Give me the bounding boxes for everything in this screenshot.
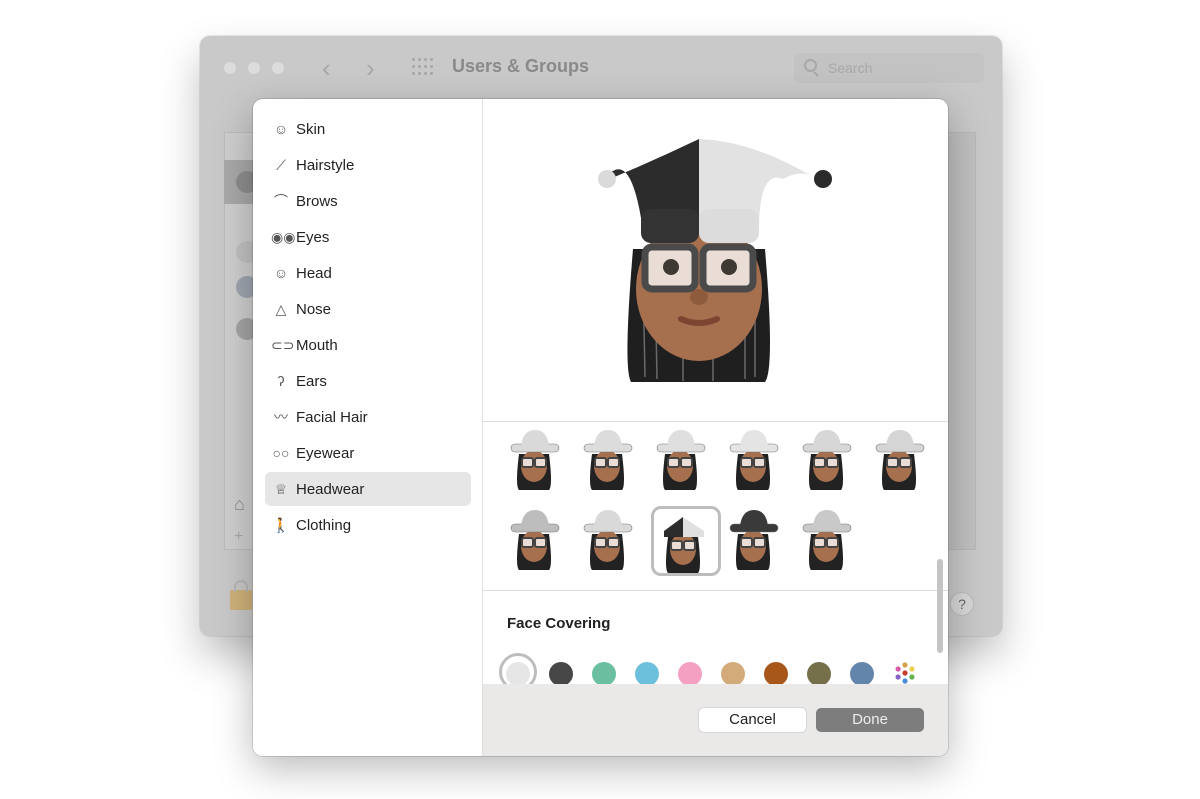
hat-band-right bbox=[699, 209, 759, 243]
headwear-option-crown[interactable] bbox=[797, 506, 855, 572]
face-covering-color-swatch[interactable] bbox=[764, 662, 788, 686]
glasses-icon: ○○ bbox=[272, 445, 290, 461]
headwear-option-beanie[interactable] bbox=[724, 506, 782, 572]
memoji-preview-image bbox=[598, 139, 832, 382]
cancel-button[interactable]: Cancel bbox=[699, 708, 806, 732]
sidebar-item-label: Mouth bbox=[296, 336, 338, 354]
face-covering-color-swatch[interactable] bbox=[807, 662, 831, 686]
face-covering-color-swatch[interactable] bbox=[678, 662, 702, 686]
headwear-option-bucket-hat[interactable] bbox=[797, 426, 855, 492]
memoji-editor-dialog: ☺ Skin ⟋ Hairstyle ⌒ Brows ◉◉ Eyes ☺ Head △ Nose ⊂⊃ M… bbox=[253, 99, 948, 756]
sidebar-item-label: Ears bbox=[296, 372, 327, 390]
help-button[interactable]: ? bbox=[950, 592, 974, 616]
sidebar-item-nose[interactable]: △ Nose bbox=[265, 292, 471, 326]
eyes-icon: ◉◉ bbox=[271, 228, 296, 245]
hat-bell-right bbox=[814, 170, 832, 188]
mouth-icon: ⊂⊃ bbox=[271, 336, 295, 353]
multicolor-palette-icon[interactable] bbox=[893, 661, 917, 685]
memoji-preview bbox=[483, 99, 948, 422]
sidebar-item-label: Headwear bbox=[296, 480, 365, 498]
headwear-option-jester-hat[interactable] bbox=[651, 506, 721, 576]
sidebar-item-label: Eyes bbox=[296, 228, 330, 246]
face-covering-color-swatch[interactable] bbox=[635, 662, 659, 686]
lock-icon[interactable] bbox=[230, 580, 252, 610]
face-covering-color-swatch[interactable] bbox=[721, 662, 745, 686]
person-walking-icon: 🚶 bbox=[272, 516, 290, 533]
headwear-option-panama-hat[interactable] bbox=[651, 426, 709, 492]
face-covering-color-swatch[interactable] bbox=[850, 662, 874, 686]
headwear-option-wizard-hat[interactable] bbox=[578, 506, 636, 572]
headwear-option-wide-brim-hat[interactable] bbox=[870, 426, 928, 492]
head-icon: ☺ bbox=[273, 265, 289, 281]
window-title: Users & Groups bbox=[452, 56, 590, 76]
sidebar-item-ears[interactable]: ʔ Ears bbox=[265, 364, 471, 398]
dialog-footer: Cancel Done bbox=[483, 684, 948, 756]
zoom-window-button[interactable] bbox=[272, 62, 284, 74]
comb-icon: ⟋ bbox=[276, 156, 286, 173]
editor-content: Face Covering Cancel Done bbox=[483, 99, 948, 756]
headwear-option-cowboy-hat[interactable] bbox=[505, 426, 563, 492]
sidebar-item-head[interactable]: ☺ Head bbox=[265, 256, 471, 290]
face-covering-title: Face Covering bbox=[507, 615, 611, 632]
sidebar-item-mouth[interactable]: ⊂⊃ Mouth bbox=[265, 328, 471, 362]
ear-icon: ʔ bbox=[277, 373, 285, 389]
headwear-option-castle-crown[interactable] bbox=[505, 506, 563, 572]
mustache-icon: 〰 bbox=[274, 409, 288, 425]
login-options-home-icon[interactable]: ⌂ bbox=[234, 494, 245, 515]
sidebar-item-brows[interactable]: ⌒ Brows bbox=[265, 184, 471, 218]
done-button[interactable]: Done bbox=[816, 708, 924, 732]
sidebar-item-hairstyle[interactable]: ⟋ Hairstyle bbox=[265, 148, 471, 182]
sidebar-item-headwear[interactable]: ♕ Headwear bbox=[265, 472, 471, 506]
forward-arrow-icon[interactable]: › bbox=[366, 54, 375, 82]
title-bar: ‹ › Users & Groups Search bbox=[200, 36, 1002, 100]
face-covering-color-swatch[interactable] bbox=[506, 662, 530, 686]
close-window-button[interactable] bbox=[224, 62, 236, 74]
show-all-grid-icon[interactable] bbox=[412, 58, 434, 76]
search-input[interactable]: Search bbox=[794, 53, 984, 83]
search-placeholder: Search bbox=[828, 60, 873, 76]
sidebar-item-label: Skin bbox=[296, 120, 326, 138]
face-covering-color-swatch[interactable] bbox=[592, 662, 616, 686]
sidebar-item-label: Head bbox=[296, 264, 332, 282]
sidebar-item-label: Hairstyle bbox=[296, 156, 355, 174]
hat-bell-left bbox=[598, 170, 616, 188]
scrollbar[interactable] bbox=[937, 559, 943, 653]
sidebar-item-label: Eyewear bbox=[296, 444, 355, 462]
search-icon bbox=[804, 59, 817, 72]
sidebar-item-eyes[interactable]: ◉◉ Eyes bbox=[265, 220, 471, 254]
headwear-options-grid bbox=[483, 422, 948, 591]
sidebar-item-facial-hair[interactable]: 〰 Facial Hair bbox=[265, 400, 471, 434]
sidebar-item-label: Clothing bbox=[296, 516, 352, 534]
sidebar-item-clothing[interactable]: 🚶 Clothing bbox=[265, 508, 471, 542]
hat-band-left bbox=[641, 209, 699, 243]
brows-icon: ⌒ bbox=[274, 193, 288, 209]
skin-face-icon: ☺ bbox=[273, 121, 289, 137]
sidebar-item-eyewear[interactable]: ○○ Eyewear bbox=[265, 436, 471, 470]
sidebar-item-label: Brows bbox=[296, 192, 338, 210]
headwear-option-fedora[interactable] bbox=[578, 426, 636, 492]
nose-icon: △ bbox=[275, 300, 287, 317]
face-covering-color-swatch[interactable] bbox=[549, 662, 573, 686]
sidebar-item-label: Facial Hair bbox=[296, 408, 368, 426]
crown-icon: ♕ bbox=[274, 480, 288, 497]
add-user-button[interactable]: + bbox=[234, 528, 243, 546]
headwear-option-top-hat[interactable] bbox=[724, 426, 782, 492]
back-arrow-icon[interactable]: ‹ bbox=[322, 54, 331, 82]
feature-sidebar: ☺ Skin ⟋ Hairstyle ⌒ Brows ◉◉ Eyes ☺ Head △ Nose ⊂⊃ M… bbox=[253, 99, 483, 756]
sidebar-item-skin[interactable]: ☺ Skin bbox=[265, 112, 471, 146]
minimize-window-button[interactable] bbox=[248, 62, 260, 74]
sidebar-item-label: Nose bbox=[296, 300, 332, 318]
